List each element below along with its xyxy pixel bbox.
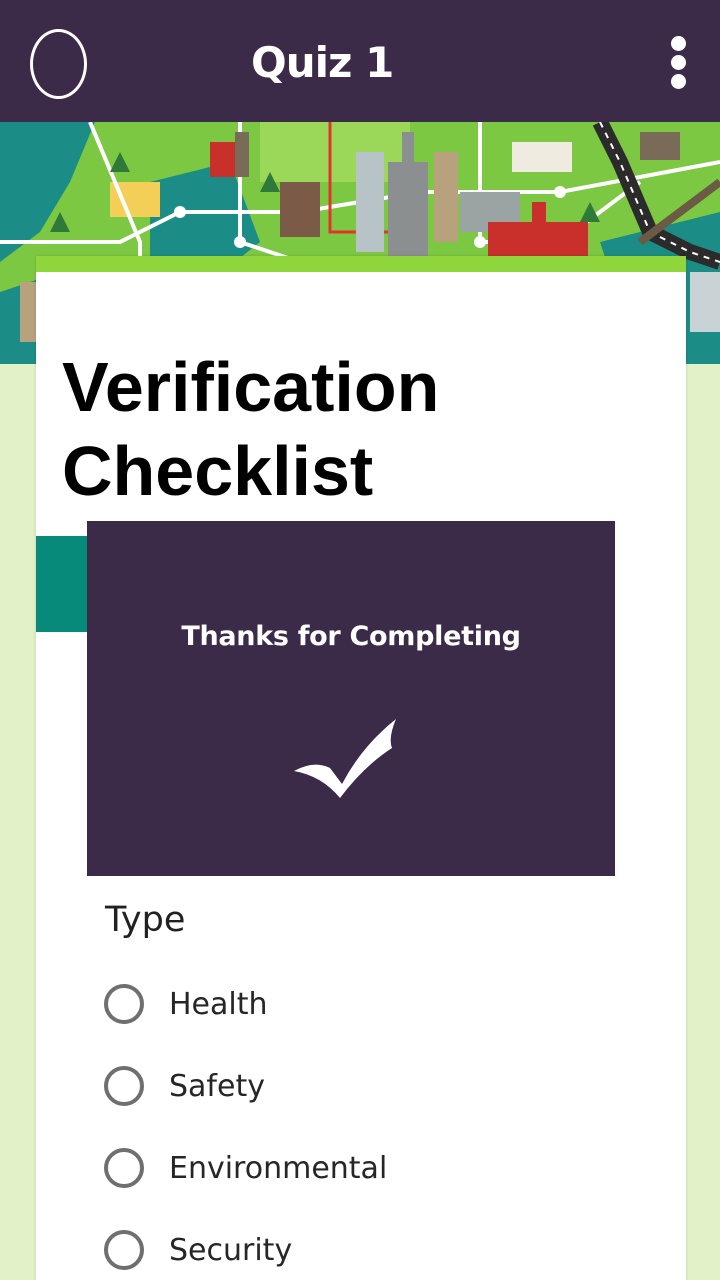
option-safety[interactable]: Safety [104, 1065, 504, 1107]
radio-button[interactable] [104, 1066, 144, 1106]
option-health[interactable]: Health [104, 983, 504, 1025]
option-security[interactable]: Security [104, 1229, 504, 1271]
checkmark-icon [294, 719, 396, 798]
option-label: Environmental [169, 1150, 388, 1186]
radio-button[interactable] [104, 1230, 144, 1270]
option-label: Safety [169, 1068, 265, 1104]
option-label: Security [169, 1232, 293, 1268]
more-vertical-icon[interactable] [664, 36, 694, 90]
question-label: Type [105, 900, 186, 940]
radio-button[interactable] [104, 984, 144, 1024]
completion-message: Thanks for Completing [181, 621, 521, 652]
option-label: Health [169, 986, 268, 1022]
screen: Quiz 1 Verification Checklist Thanks for… [0, 0, 720, 1280]
radio-button[interactable] [104, 1148, 144, 1188]
profile-circle-icon[interactable] [30, 29, 87, 99]
completion-dialog[interactable]: Thanks for Completing [87, 521, 615, 876]
app-bar: Quiz 1 [0, 0, 720, 122]
app-title: Quiz 1 [251, 38, 394, 87]
form-title: Verification Checklist [62, 348, 440, 510]
option-environmental[interactable]: Environmental [104, 1147, 504, 1189]
